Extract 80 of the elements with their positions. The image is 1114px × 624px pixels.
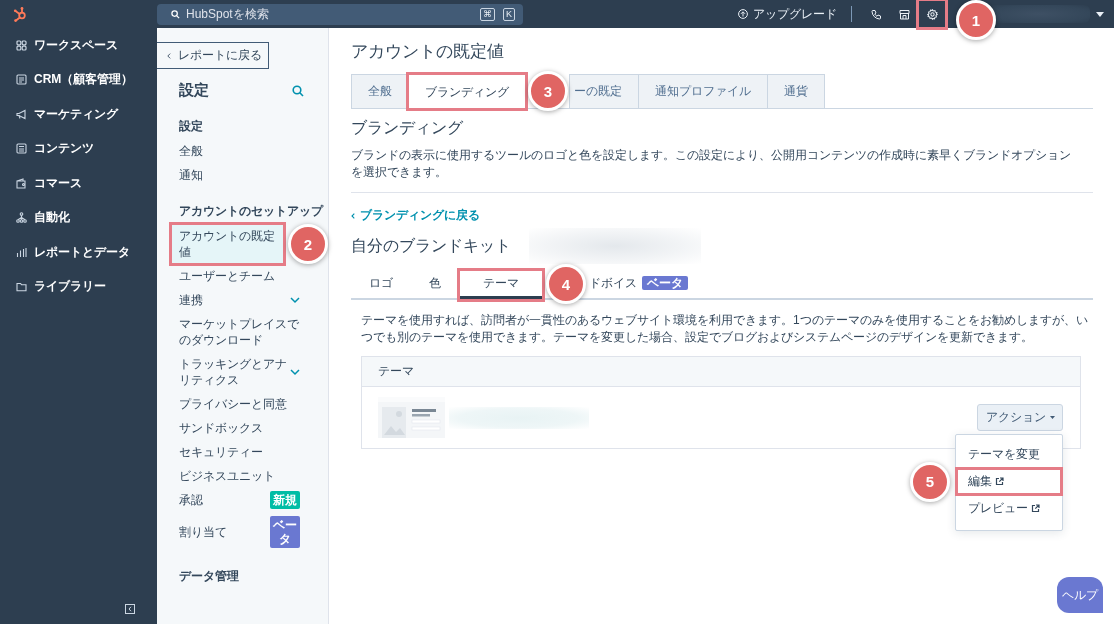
megaphone-icon (16, 108, 27, 120)
section-heading: データ管理 (178, 568, 240, 585)
sidebar-item[interactable]: サンドボックス (171, 416, 308, 440)
tab[interactable]: ドボイス ベータ (587, 270, 706, 300)
caret-icon (1049, 416, 1055, 419)
chevron-left-icon (167, 51, 171, 60)
upload-icon (738, 9, 748, 19)
document-icon (16, 143, 27, 155)
sidebar-item[interactable]: トラッキングとアナリティクス (171, 352, 308, 392)
section-heading: 設定 (178, 118, 204, 135)
nav-item[interactable]: マーケティング (0, 97, 157, 132)
back-button[interactable]: レポートに戻る (157, 42, 269, 69)
upgrade-link[interactable]: アップグレード (738, 5, 837, 23)
bar-chart-icon (16, 246, 27, 258)
sidebar-item[interactable]: アカウントの既定値 (171, 224, 284, 264)
menu-item[interactable]: 編集 (956, 468, 1062, 495)
logo-icon (12, 6, 28, 22)
sidebar-item[interactable]: ユーザーとチーム (171, 264, 308, 288)
page-title: アカウントの既定値 (351, 41, 505, 63)
nav-item[interactable]: 自動化 (0, 200, 157, 235)
search-input[interactable]: HubSpotを検索 (186, 6, 472, 22)
description-text: ブランドの表示に使用するツールのロゴと色を設定します。この設定により、公開用コンテンツの作成時に素早くブランドオプションを選択できます。 (351, 147, 1071, 181)
step-number-badge: 1 (956, 0, 996, 40)
nav-item[interactable]: ライブラリー (0, 269, 157, 304)
nav-item[interactable]: レポートとデータ (0, 235, 157, 270)
sidebar-item[interactable]: 全般 (171, 139, 308, 163)
menu-item[interactable]: プレビュー (956, 495, 1062, 522)
tab[interactable]: 通貨 (767, 74, 825, 108)
sidebar-item[interactable]: 割り当て ベータ (171, 515, 308, 549)
section-title: 自分のブランドキット (351, 235, 512, 256)
tab[interactable]: 全般 (351, 74, 409, 108)
status-tag: ベータ (270, 516, 300, 548)
tab[interactable]: 通知プロファイル (638, 74, 768, 108)
settings-icon (926, 8, 938, 20)
phone-icon (870, 8, 882, 20)
status-tag: 新規 (270, 491, 300, 509)
tab[interactable]: ロゴ (351, 270, 411, 300)
beta-tag: ベータ (642, 276, 688, 290)
folder-icon (16, 281, 27, 293)
tab[interactable]: ーの既定 (569, 74, 639, 108)
store-icon (898, 8, 910, 20)
help-button[interactable]: ヘルプ (1057, 577, 1103, 613)
section-title: ブランディング (351, 118, 464, 138)
search-field[interactable]: HubSpotを検索 ⌘ K (157, 3, 523, 25)
sidebar-item[interactable]: 連携 (171, 288, 308, 312)
nav-item[interactable]: ワークスペース (0, 28, 157, 63)
wallet-icon (16, 177, 27, 189)
menu-item[interactable]: テーマを変更 (956, 441, 1062, 468)
nav-item[interactable]: コンテンツ (0, 131, 157, 166)
tab[interactable]: 色 (411, 270, 459, 300)
description-text: テーマを使用すれば、訪問者が一貫性のあるウェブサイト環境を利用できます。1つのテーマのみを使用することをお勧めしますが、いつでも別のテーマを使用できます。テーマを変更した場合、設定でブログおよびシステムページのデザインを更新できます。 (361, 312, 1089, 346)
nav-item[interactable]: CRM（顧客管理） (0, 62, 157, 97)
nav-item[interactable]: コマース (0, 166, 157, 201)
hierarchy-icon (16, 212, 27, 224)
section-heading: アカウントのセットアップ (178, 203, 322, 220)
grid-icon (16, 39, 27, 51)
sidebar-item[interactable]: プライバシーと同意 (171, 392, 308, 416)
collapse-icon (125, 604, 135, 614)
contact-card-icon (16, 74, 27, 86)
sidebar-item[interactable]: マーケットプレイスでのダウンロード (171, 312, 308, 352)
sidebar-item[interactable]: ビジネスユニット (171, 464, 308, 488)
caret-icon (1096, 11, 1104, 17)
key-hint: ⌘ (480, 7, 495, 21)
step-number-badge: 2 (288, 224, 328, 264)
sidebar-item[interactable]: セキュリティー (171, 440, 308, 464)
card-header: テーマ (362, 357, 1080, 387)
chevron-left-icon (351, 212, 355, 219)
sidebar-item[interactable]: 通知 (171, 163, 308, 187)
key-hint: K (503, 7, 515, 21)
step-number-badge: 3 (528, 71, 568, 111)
search-icon (171, 9, 180, 19)
settings-button[interactable] (918, 0, 946, 28)
back-link[interactable]: ブランディングに戻る (351, 207, 480, 224)
search-icon (292, 84, 304, 97)
sidebar-title: 設定 (179, 81, 209, 100)
sidebar-item[interactable]: 承認 新規 (171, 488, 308, 512)
actions-dropdown[interactable]: アクション (977, 404, 1063, 431)
step-number-badge: 4 (546, 264, 586, 304)
tab[interactable]: ブランディング (408, 74, 526, 109)
tab[interactable]: テーマ (459, 270, 543, 300)
